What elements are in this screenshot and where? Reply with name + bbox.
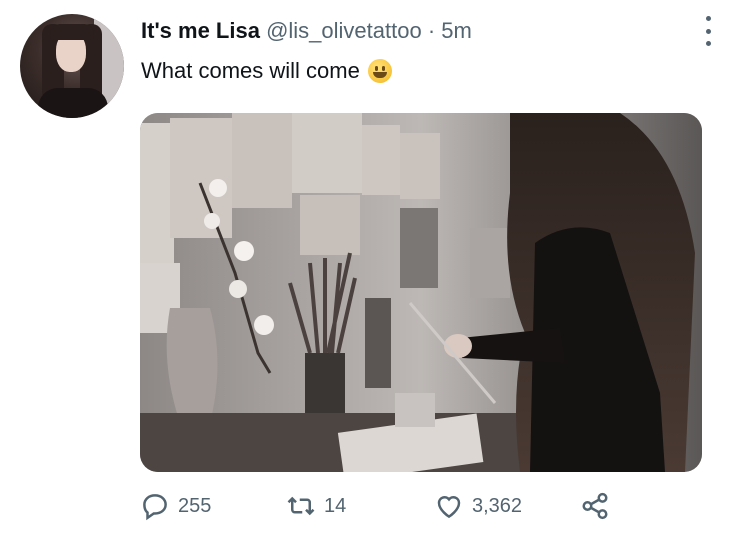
tweet-text-body: What comes will come: [141, 58, 360, 83]
retweet-button[interactable]: 14: [286, 488, 346, 524]
studio-photo: [140, 113, 702, 472]
grinning-face-icon: [367, 59, 392, 83]
user-handle[interactable]: @lis_olivetattoo: [266, 18, 422, 43]
avatar-body: [38, 88, 108, 118]
heart-icon: [437, 496, 461, 519]
like-count: 3,362: [472, 494, 523, 517]
avatar[interactable]: [20, 14, 124, 118]
like-button[interactable]: 3,362: [434, 488, 522, 524]
more-options-icon[interactable]: [698, 16, 718, 46]
avatar-fringe: [50, 24, 94, 40]
reply-button[interactable]: 255: [140, 488, 211, 524]
tweet-text: What comes will come: [141, 57, 392, 85]
reply-count: 255: [178, 494, 212, 517]
timestamp[interactable]: 5m: [441, 18, 472, 43]
tweet-image[interactable]: [140, 113, 702, 472]
retweet-count: 14: [324, 494, 347, 517]
share-icon: [582, 492, 608, 520]
reply-icon: [143, 494, 167, 521]
tweet-header: It's me Lisa @lis_olivetattoo · 5m: [141, 17, 472, 45]
retweet-icon: [287, 496, 315, 516]
separator-dot: ·: [427, 18, 436, 43]
tweet-actions: 255 14 3,362: [140, 488, 620, 524]
display-name[interactable]: It's me Lisa: [141, 18, 260, 43]
share-button[interactable]: [580, 488, 610, 524]
